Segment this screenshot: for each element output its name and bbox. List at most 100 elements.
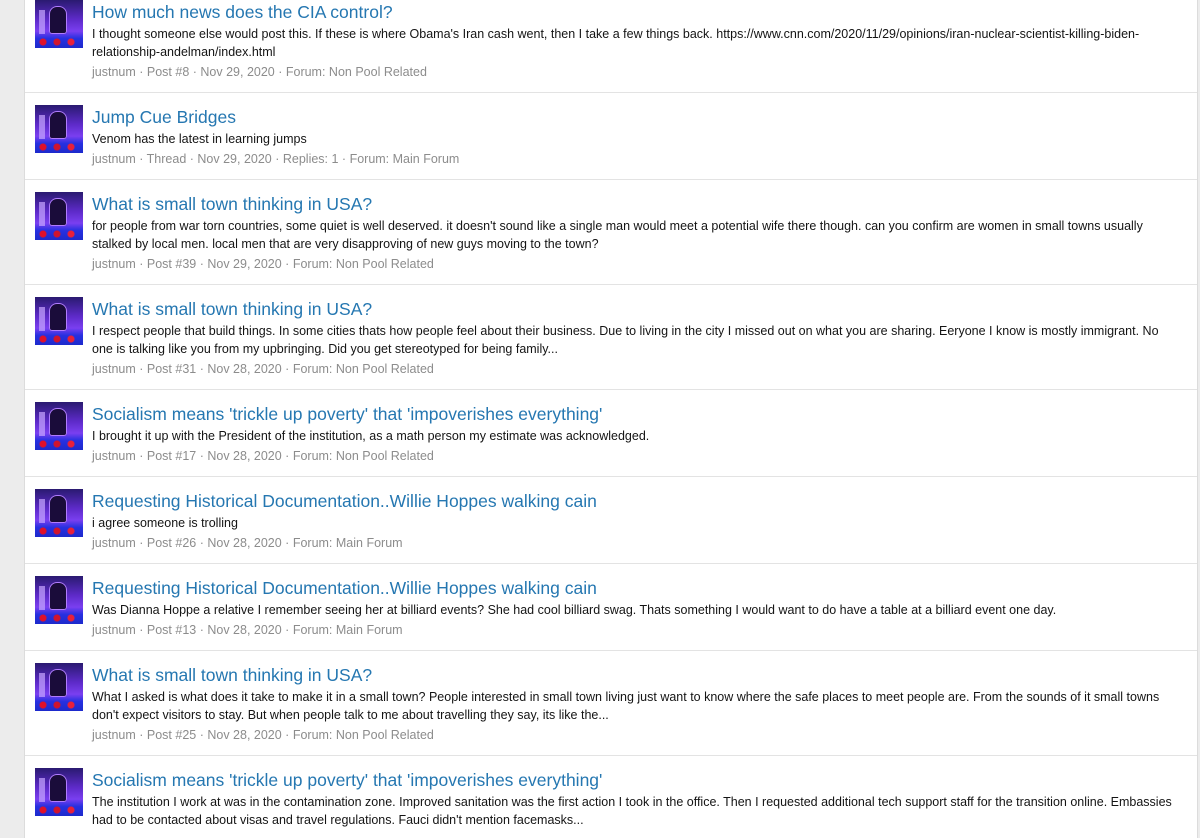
result-date[interactable]: Nov 29, 2020: [207, 257, 281, 271]
forum-link[interactable]: Forum: Main Forum: [293, 623, 403, 637]
search-results-list: How much news does the CIA control? I tho…: [25, 0, 1197, 838]
result-date[interactable]: Nov 29, 2020: [200, 65, 274, 79]
meta-separator: ·: [186, 152, 198, 166]
meta-separator: ·: [281, 362, 293, 376]
meta-separator: ·: [196, 623, 208, 637]
avatar[interactable]: [35, 192, 83, 240]
result-date[interactable]: Nov 28, 2020: [207, 536, 281, 550]
meta-separator: ·: [196, 449, 208, 463]
result-type: Post #13: [146, 623, 197, 637]
result-snippet: for people from war torn countries, some…: [92, 219, 1143, 251]
search-result-item: Requesting Historical Documentation..Wil…: [25, 564, 1197, 651]
result-meta: justnum · Post #17 · Nov 28, 2020 · Foru…: [92, 447, 1181, 465]
result-meta: justnum · Post #25 · Nov 28, 2020 · Foru…: [92, 726, 1181, 744]
avatar[interactable]: [35, 0, 83, 48]
result-snippet: I respect people that build things. In s…: [92, 324, 1159, 356]
meta-separator: ·: [281, 257, 293, 271]
result-snippet: Was Dianna Hoppe a relative I remember s…: [92, 603, 1057, 617]
avatar[interactable]: [35, 768, 83, 816]
result-type: Post #31: [146, 362, 197, 376]
avatar[interactable]: [35, 105, 83, 153]
result-snippet: I brought it up with the President of th…: [92, 429, 650, 443]
search-result-item: What is small town thinking in USA? for p…: [25, 180, 1197, 285]
forum-link[interactable]: Forum: Non Pool Related: [293, 362, 434, 376]
result-meta: justnum · Post #13 · Nov 28, 2020 · Foru…: [92, 621, 1181, 639]
result-title-link[interactable]: Requesting Historical Documentation..Wil…: [92, 489, 1181, 513]
result-meta: justnum · Post #8 · Nov 29, 2020 · Forum…: [92, 63, 1181, 81]
meta-separator: ·: [135, 449, 147, 463]
meta-separator: ·: [196, 257, 208, 271]
meta-separator: ·: [135, 257, 147, 271]
meta-separator: ·: [135, 623, 147, 637]
result-type: Post #26: [146, 536, 197, 550]
meta-separator: ·: [274, 65, 286, 79]
meta-separator: ·: [189, 65, 201, 79]
meta-separator: ·: [281, 536, 293, 550]
username-link[interactable]: justnum: [92, 449, 136, 463]
result-date[interactable]: Nov 28, 2020: [207, 728, 281, 742]
result-title-link[interactable]: What is small town thinking in USA?: [92, 297, 1181, 321]
username-link[interactable]: justnum: [92, 65, 136, 79]
avatar[interactable]: [35, 297, 83, 345]
meta-separator: ·: [135, 152, 147, 166]
forum-link[interactable]: Forum: Non Pool Related: [286, 65, 427, 79]
result-title-link[interactable]: Requesting Historical Documentation..Wil…: [92, 576, 1181, 600]
result-type: Thread: [146, 152, 187, 166]
forum-link[interactable]: Forum: Main Forum: [293, 536, 403, 550]
search-result-item: Jump Cue Bridges Venom has the latest in …: [25, 93, 1197, 180]
search-result-item: Socialism means 'trickle up poverty' tha…: [25, 390, 1197, 477]
result-title-link[interactable]: How much news does the CIA control?: [92, 0, 1181, 24]
username-link[interactable]: justnum: [92, 536, 136, 550]
search-result-item: What is small town thinking in USA? I res…: [25, 285, 1197, 390]
result-meta: justnum · Post #26 · Nov 28, 2020 · Foru…: [92, 534, 1181, 552]
result-type: Post #25: [146, 728, 197, 742]
meta-separator: ·: [135, 362, 147, 376]
meta-separator: ·: [135, 728, 147, 742]
result-title-link[interactable]: Socialism means 'trickle up poverty' tha…: [92, 402, 1181, 426]
search-result-item: What is small town thinking in USA? What …: [25, 651, 1197, 756]
avatar[interactable]: [35, 663, 83, 711]
meta-separator: ·: [338, 152, 350, 166]
result-date[interactable]: Nov 28, 2020: [207, 449, 281, 463]
username-link[interactable]: justnum: [92, 623, 136, 637]
meta-separator: ·: [135, 536, 147, 550]
reply-count: Replies: 1: [282, 152, 339, 166]
username-link[interactable]: justnum: [92, 728, 136, 742]
meta-separator: ·: [196, 728, 208, 742]
result-snippet: I thought someone else would post this. …: [92, 27, 1140, 59]
result-title-link[interactable]: Socialism means 'trickle up poverty' tha…: [92, 768, 1181, 792]
username-link[interactable]: justnum: [92, 257, 136, 271]
result-title-link[interactable]: Jump Cue Bridges: [92, 105, 1181, 129]
result-type: Post #8: [146, 65, 190, 79]
forum-link[interactable]: Forum: Non Pool Related: [293, 257, 434, 271]
meta-separator: ·: [271, 152, 283, 166]
result-title-link[interactable]: What is small town thinking in USA?: [92, 192, 1181, 216]
avatar[interactable]: [35, 576, 83, 624]
meta-separator: ·: [196, 536, 208, 550]
result-snippet: Venom has the latest in learning jumps: [92, 132, 307, 146]
search-result-item: Socialism means 'trickle up poverty' tha…: [25, 756, 1197, 838]
result-snippet: What I asked is what does it take to mak…: [92, 690, 1160, 722]
avatar[interactable]: [35, 402, 83, 450]
forum-link[interactable]: Forum: Non Pool Related: [293, 728, 434, 742]
search-result-item: Requesting Historical Documentation..Wil…: [25, 477, 1197, 564]
meta-separator: ·: [281, 728, 293, 742]
username-link[interactable]: justnum: [92, 152, 136, 166]
result-date[interactable]: Nov 28, 2020: [207, 623, 281, 637]
meta-separator: ·: [135, 65, 147, 79]
result-title-link[interactable]: What is small town thinking in USA?: [92, 663, 1181, 687]
search-results-page: How much news does the CIA control? I tho…: [24, 0, 1198, 838]
forum-link[interactable]: Forum: Main Forum: [350, 152, 460, 166]
result-meta: justnum · Post #39 · Nov 29, 2020 · Foru…: [92, 255, 1181, 273]
username-link[interactable]: justnum: [92, 362, 136, 376]
result-snippet: The institution I work at was in the con…: [92, 795, 1172, 827]
meta-separator: ·: [281, 449, 293, 463]
result-type: Post #17: [146, 449, 197, 463]
result-date[interactable]: Nov 29, 2020: [197, 152, 271, 166]
avatar[interactable]: [35, 489, 83, 537]
result-date[interactable]: Nov 28, 2020: [207, 362, 281, 376]
meta-separator: ·: [196, 362, 208, 376]
result-meta: justnum · Post #31 · Nov 28, 2020 · Foru…: [92, 360, 1181, 378]
forum-link[interactable]: Forum: Non Pool Related: [293, 449, 434, 463]
result-snippet: i agree someone is trolling: [92, 516, 238, 530]
